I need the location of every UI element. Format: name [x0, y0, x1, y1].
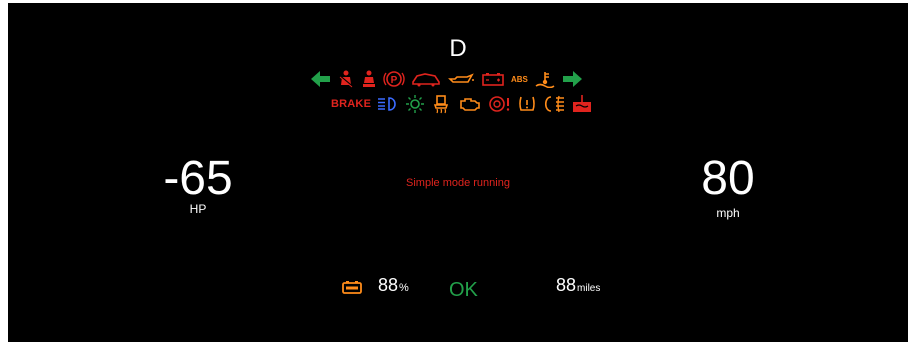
check-engine-icon: [457, 94, 481, 114]
status-indicator: OK: [449, 279, 478, 301]
battery-warning-icon: [481, 69, 505, 89]
brake-system-icon: [487, 94, 511, 114]
battery-charge: 88%: [378, 275, 409, 296]
high-beam-icon: [377, 94, 399, 114]
parking-brake-icon: P: [383, 69, 405, 89]
oil-pressure-icon: [447, 69, 475, 89]
speed-value: 80: [701, 152, 755, 205]
power-unit: HP: [189, 202, 207, 216]
dashboard-screen: D P ABS BRAKE -65 HP Simple mode running…: [8, 3, 908, 342]
battery-charge-unit: %: [399, 282, 409, 294]
coolant-temp-icon: [534, 69, 556, 89]
seat-heater-icon: [431, 94, 451, 114]
battery-charge-value: 88: [378, 275, 399, 295]
speed-unit: mph: [716, 206, 740, 220]
svg-text:P: P: [391, 75, 398, 86]
fog-light-icon: [543, 94, 565, 114]
warning-lights-row-1: P ABS: [308, 67, 585, 91]
range-unit: miles: [577, 283, 601, 294]
gear-indicator: D: [449, 35, 467, 62]
exterior-light-icon: [405, 94, 425, 114]
range-readout: 88 miles: [556, 275, 600, 296]
hood-open-icon: [411, 69, 441, 89]
mode-message: Simple mode running: [406, 177, 510, 189]
tire-pressure-icon: [517, 94, 537, 114]
turn-left-arrow-icon: [311, 69, 331, 89]
warning-lights-row-2: BRAKE: [328, 92, 596, 116]
abs-icon: ABS: [511, 74, 528, 84]
range-value: 88: [556, 275, 577, 295]
turn-right-arrow-icon: [562, 69, 582, 89]
airbag-icon: [361, 69, 377, 89]
seatbelt-icon: [337, 69, 355, 89]
battery-icon: [342, 280, 362, 299]
brake-text-icon: BRAKE: [331, 98, 372, 110]
coolant-level-icon: [571, 94, 593, 114]
